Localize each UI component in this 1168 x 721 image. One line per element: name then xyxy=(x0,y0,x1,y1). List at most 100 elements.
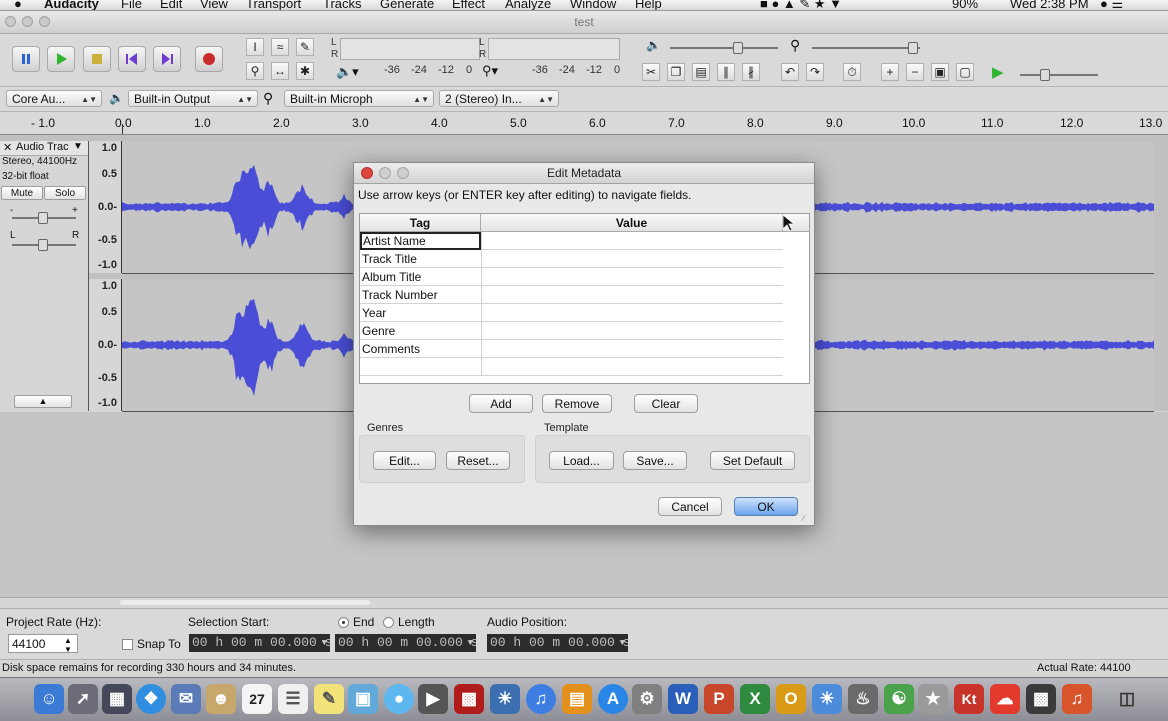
project-rate-combo[interactable]: 44100 ▲ ▼ xyxy=(8,634,78,654)
metadata-row[interactable]: Album Title xyxy=(360,268,783,286)
menubar-clock[interactable]: Wed 2:38 PM xyxy=(1010,0,1089,10)
input-channels-select[interactable]: 2 (Stereo) In... ▲▼ xyxy=(439,90,559,107)
genres-reset-button[interactable]: Reset... xyxy=(446,451,510,470)
scrollbar-thumb[interactable] xyxy=(120,600,370,605)
messages-icon[interactable]: ● xyxy=(384,684,414,714)
play-at-speed-icon[interactable]: ▶ xyxy=(992,63,1004,81)
value-cell[interactable] xyxy=(481,268,783,286)
resize-grip-icon[interactable]: ∕ xyxy=(803,513,805,523)
track-name-menu[interactable]: ✕ Audio Trac ▼ xyxy=(0,141,88,156)
tag-cell[interactable]: Genre xyxy=(362,322,480,340)
system-preferences-icon[interactable]: ⚙ xyxy=(632,684,662,714)
reminders-icon[interactable]: ☰ xyxy=(278,684,308,714)
snap-to-checkbox[interactable] xyxy=(122,639,133,650)
stop-button[interactable] xyxy=(83,46,111,72)
value-column-header[interactable]: Value xyxy=(481,214,783,232)
metadata-row[interactable]: Year xyxy=(360,304,783,322)
output-device-select[interactable]: Built-in Output ▲▼ xyxy=(128,90,258,107)
add-button[interactable]: Add xyxy=(469,394,533,413)
trim-icon[interactable]: ∥ xyxy=(717,63,735,81)
word-icon[interactable]: W xyxy=(668,684,698,714)
calendar-icon[interactable]: 27 xyxy=(242,684,272,714)
copy-icon[interactable]: ❐ xyxy=(667,63,685,81)
menu-effect[interactable]: Effect xyxy=(452,0,485,10)
value-cell-empty[interactable] xyxy=(481,358,783,376)
apple-menu-icon[interactable]: ● xyxy=(14,0,22,10)
menu-window[interactable]: Window xyxy=(570,0,616,10)
menu-analyze[interactable]: Analyze xyxy=(505,0,551,10)
record-button[interactable] xyxy=(195,46,223,72)
cancel-button[interactable]: Cancel xyxy=(658,497,722,516)
collapse-track-button[interactable]: ▲ xyxy=(14,395,72,408)
menu-file[interactable]: File xyxy=(121,0,142,10)
envelope-tool-icon[interactable]: ≈ xyxy=(271,38,289,56)
play-button[interactable] xyxy=(47,46,75,72)
horizontal-scrollbar[interactable] xyxy=(0,597,1168,608)
tag-cell-empty[interactable] xyxy=(362,358,480,376)
output-volume-track[interactable] xyxy=(670,47,778,49)
end-radio[interactable] xyxy=(338,617,349,628)
vertical-scale-right[interactable]: 1.0 0.5 0.0- -0.5 -1.0 xyxy=(89,279,122,411)
tag-cell[interactable]: Artist Name xyxy=(360,232,481,250)
remove-button[interactable]: Remove xyxy=(542,394,612,413)
playback-meter[interactable] xyxy=(488,38,620,60)
ibooks-icon[interactable]: ▤ xyxy=(562,684,592,714)
selection-tool-icon[interactable]: I xyxy=(246,38,264,56)
pause-button[interactable] xyxy=(12,46,40,72)
sync-lock-icon[interactable]: ⏱ xyxy=(843,63,861,81)
tag-cell[interactable]: Year xyxy=(362,304,480,322)
silence-icon[interactable]: ∦ xyxy=(742,63,760,81)
input-volume-track[interactable] xyxy=(812,47,920,49)
play-speed-thumb[interactable] xyxy=(1040,69,1050,81)
mute-button[interactable]: Mute xyxy=(1,186,43,200)
audacity-dock-icon[interactable]: ♫ xyxy=(1062,684,1092,714)
redo-icon[interactable]: ↷ xyxy=(806,63,824,81)
value-cell[interactable] xyxy=(481,232,783,250)
tag-cell[interactable]: Track Title xyxy=(362,250,480,268)
menu-tracks[interactable]: Tracks xyxy=(323,0,362,10)
value-cell[interactable] xyxy=(481,286,783,304)
value-cell[interactable] xyxy=(481,250,783,268)
iphoto-icon[interactable]: ☀ xyxy=(490,684,520,714)
vertical-scale-left[interactable]: 1.0 0.5 0.0- -0.5 -1.0 xyxy=(89,141,122,273)
zoom-tool-icon[interactable]: ⚲ xyxy=(246,62,264,80)
menu-app-name[interactable]: Audacity xyxy=(44,0,99,10)
template-save-button[interactable]: Save... xyxy=(623,451,687,470)
play-speed-track[interactable] xyxy=(1020,74,1098,76)
app-icon[interactable]: ▩ xyxy=(1026,684,1056,714)
menu-view[interactable]: View xyxy=(200,0,228,10)
mic-meter-icon[interactable]: ⚲▾ xyxy=(482,63,498,79)
audio-position-time[interactable]: 00 h 00 m 00.000 s ▼ xyxy=(487,634,628,652)
fit-project-icon[interactable]: ▢ xyxy=(956,63,974,81)
cut-icon[interactable]: ✂ xyxy=(642,63,660,81)
close-track-icon[interactable]: ✕ xyxy=(3,141,12,154)
selection-end-time[interactable]: 00 h 00 m 00.000 s ▼ xyxy=(335,634,476,652)
value-cell[interactable] xyxy=(481,340,783,358)
app-icon[interactable]: ☁ xyxy=(990,684,1020,714)
zoom-out-icon[interactable]: − xyxy=(906,63,924,81)
menubar-extras-icon[interactable]: ● ☰ xyxy=(1100,0,1123,10)
mission-control-icon[interactable]: ▦ xyxy=(102,684,132,714)
safari-icon[interactable]: ❖ xyxy=(136,684,166,714)
undo-icon[interactable]: ↶ xyxy=(781,63,799,81)
record-meter[interactable] xyxy=(340,38,480,60)
trash-icon[interactable]: ◫ xyxy=(1112,684,1142,714)
metadata-row[interactable]: Artist Name xyxy=(360,232,783,250)
selection-start-time[interactable]: 00 h 00 m 00.000 s ▼ xyxy=(189,634,330,652)
menu-transport[interactable]: Transport xyxy=(246,0,301,10)
paste-icon[interactable]: ▤ xyxy=(692,63,710,81)
app-icon[interactable]: ♨ xyxy=(848,684,878,714)
metadata-row[interactable]: Comments xyxy=(360,340,783,358)
value-cell[interactable] xyxy=(481,304,783,322)
menu-edit[interactable]: Edit xyxy=(160,0,182,10)
multi-tool-icon[interactable]: ✱ xyxy=(296,62,314,80)
app-store-icon[interactable]: A xyxy=(598,684,628,714)
status-icons[interactable]: ■ ● ▲ ✎ ★ ▼ xyxy=(760,0,842,10)
tag-column-header[interactable]: Tag xyxy=(360,214,481,232)
draw-tool-icon[interactable]: ✎ xyxy=(296,38,314,56)
genres-edit-button[interactable]: Edit... xyxy=(373,451,436,470)
battery-percent[interactable]: 90% xyxy=(952,0,978,10)
excel-icon[interactable]: X xyxy=(740,684,770,714)
fit-selection-icon[interactable]: ▣ xyxy=(931,63,949,81)
template-load-button[interactable]: Load... xyxy=(549,451,614,470)
